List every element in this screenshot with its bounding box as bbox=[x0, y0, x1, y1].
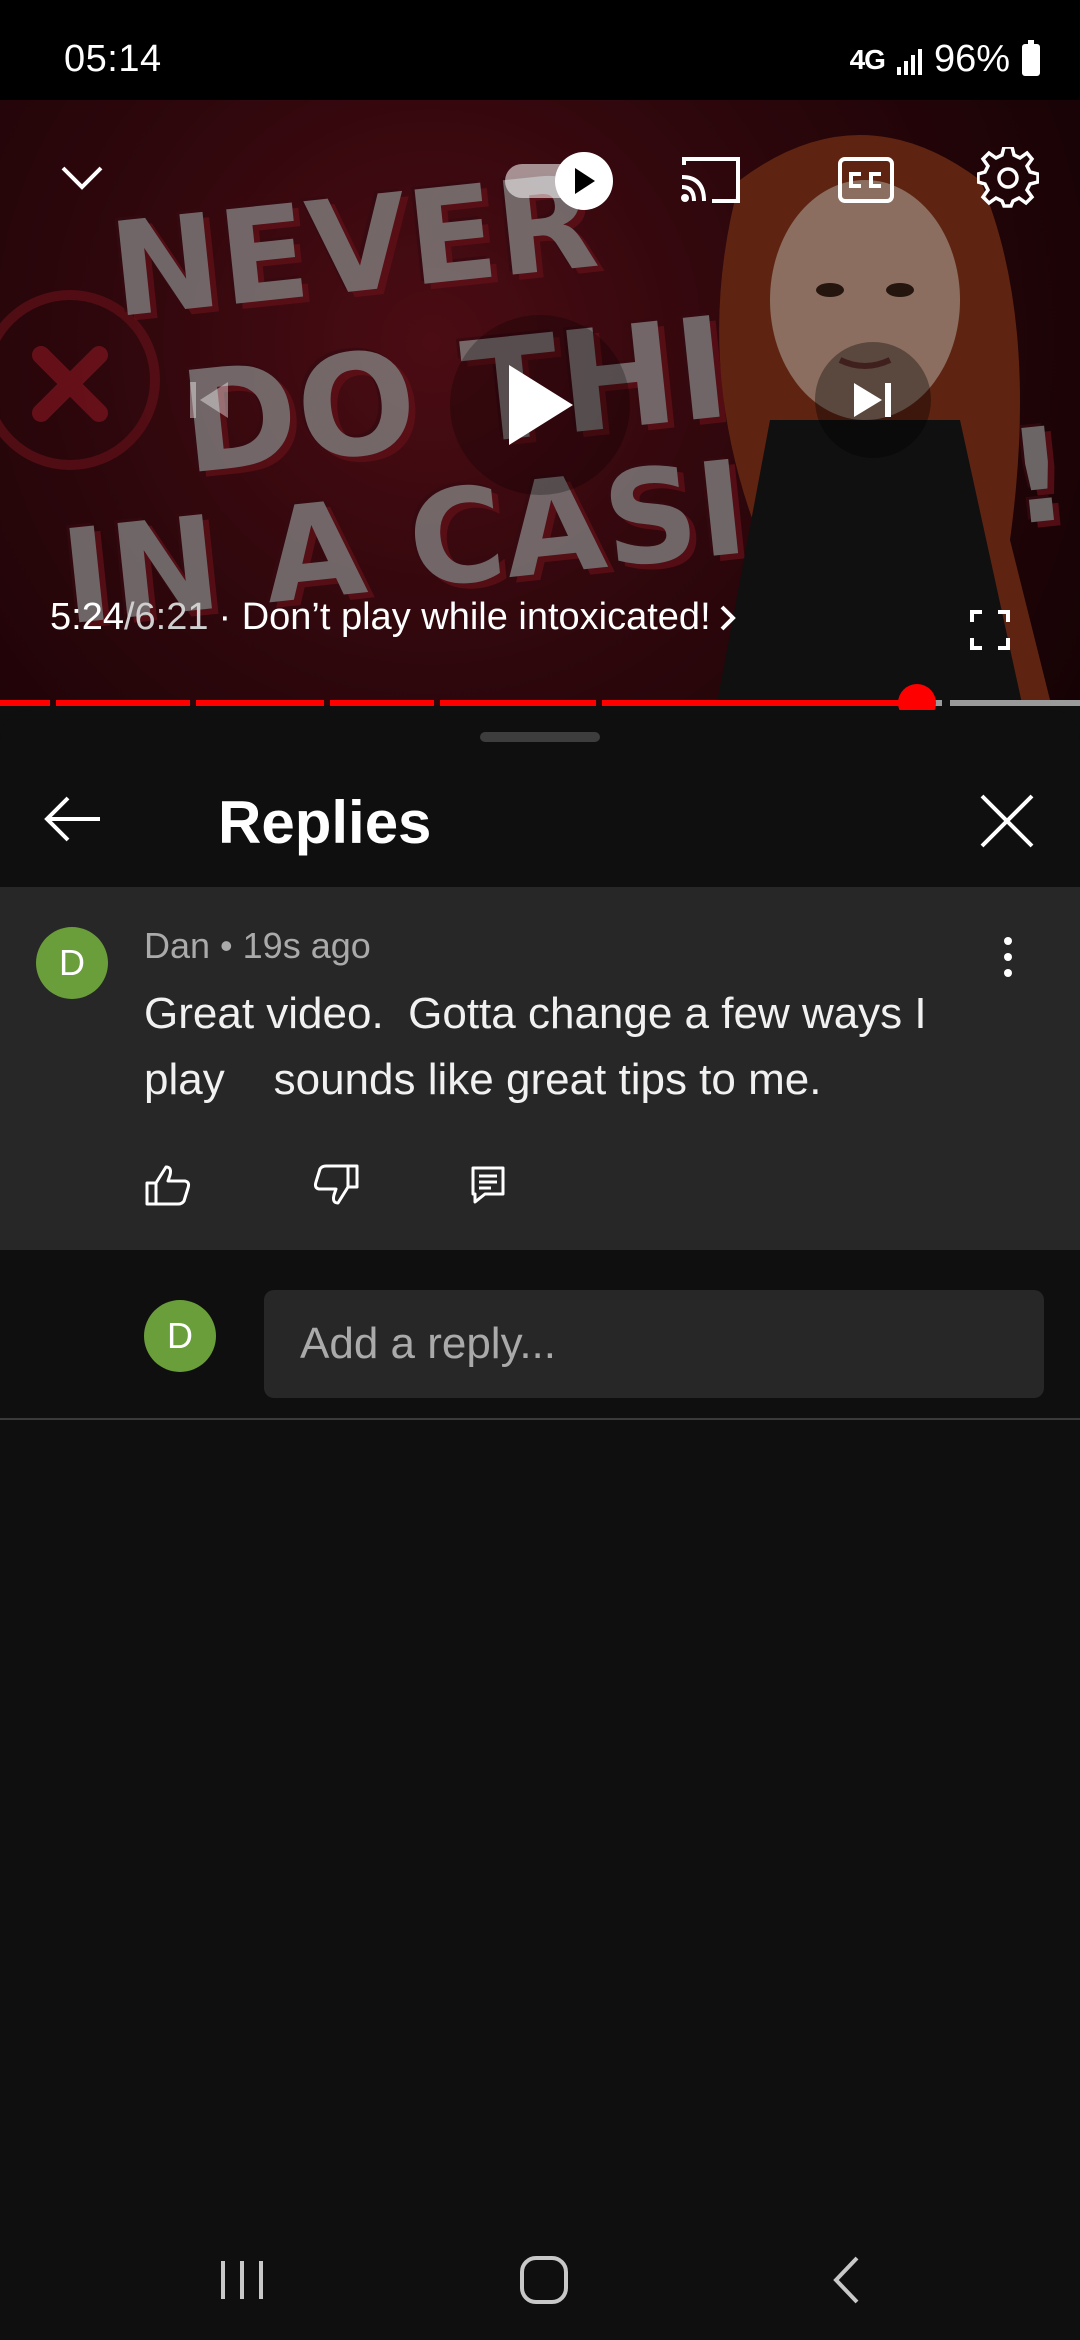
play-icon bbox=[575, 168, 595, 194]
cast-button[interactable] bbox=[670, 148, 750, 212]
play-button[interactable] bbox=[450, 315, 630, 495]
reply-input[interactable] bbox=[264, 1290, 1044, 1398]
thumbs-up-icon bbox=[145, 1165, 191, 1206]
autoplay-toggle[interactable] bbox=[505, 152, 615, 210]
previous-icon bbox=[190, 382, 228, 418]
system-nav-bar bbox=[0, 2210, 1080, 2340]
comment-age: 19s ago bbox=[242, 925, 371, 966]
home-icon bbox=[520, 2256, 568, 2304]
comment-icon bbox=[471, 1166, 505, 1204]
gear-icon bbox=[977, 147, 1039, 208]
video-player[interactable]: NEVER DO THIS IN A CASINO ! 5:24 / 6:21 … bbox=[0, 100, 1080, 705]
thumbs-down-icon bbox=[313, 1164, 359, 1205]
total-time: 6:21 bbox=[134, 596, 209, 638]
recent-apps-icon bbox=[221, 2261, 263, 2299]
close-icon bbox=[980, 794, 1034, 848]
back-button[interactable] bbox=[40, 786, 106, 852]
more-vert-icon bbox=[1004, 937, 1012, 945]
comment: D Dan • 19s ago Great video. Gotta chang… bbox=[0, 887, 1080, 1250]
settings-button[interactable] bbox=[970, 140, 1046, 216]
autoplay-knob bbox=[555, 152, 613, 210]
battery-icon bbox=[1022, 39, 1040, 76]
like-button[interactable] bbox=[138, 1155, 198, 1215]
reply-composer: D bbox=[0, 1250, 1080, 1420]
sheet-title: Replies bbox=[218, 789, 432, 856]
play-icon bbox=[509, 365, 573, 445]
progress-segment bbox=[0, 700, 50, 706]
time-display: 5:24 / 6:21 · Don’t play while intoxicat… bbox=[50, 596, 737, 639]
progress-segment bbox=[440, 700, 596, 706]
dislike-button[interactable] bbox=[306, 1155, 366, 1215]
close-button[interactable] bbox=[972, 786, 1042, 856]
meta-separator: • bbox=[210, 925, 243, 966]
comment-author[interactable]: Dan bbox=[144, 925, 210, 966]
recent-apps-button[interactable] bbox=[202, 2240, 282, 2320]
system-back-button[interactable] bbox=[806, 2240, 886, 2320]
status-time: 05:14 bbox=[64, 38, 162, 80]
chevron-left-icon bbox=[833, 2256, 859, 2304]
battery-percent: 96% bbox=[933, 38, 1010, 80]
previous-video-button[interactable] bbox=[170, 360, 250, 440]
collapse-player-button[interactable] bbox=[52, 148, 112, 208]
chevron-right-icon bbox=[720, 605, 736, 630]
drag-handle[interactable] bbox=[480, 732, 600, 742]
reply-button[interactable] bbox=[458, 1155, 518, 1215]
comment-text: Great video. Gotta change a few ways I p… bbox=[144, 989, 939, 1104]
closed-captions-button[interactable] bbox=[826, 148, 906, 212]
chapter-title: · Don’t play while intoxicated! bbox=[218, 596, 711, 638]
more-vert-dot bbox=[1004, 953, 1012, 961]
home-button[interactable] bbox=[504, 2240, 584, 2320]
fullscreen-button[interactable] bbox=[960, 600, 1020, 660]
closed-captions-icon bbox=[838, 157, 894, 203]
progress-segment-unplayed bbox=[950, 700, 1080, 706]
more-options-button[interactable] bbox=[985, 927, 1031, 987]
fullscreen-icon bbox=[970, 610, 1010, 650]
progress-segment bbox=[56, 700, 190, 706]
next-video-button[interactable] bbox=[815, 342, 931, 458]
progress-bar[interactable] bbox=[0, 684, 1080, 722]
network-type: 4G bbox=[849, 43, 886, 75]
avatar[interactable]: D bbox=[36, 927, 108, 999]
replies-sheet: Replies D Dan • 19s ago Great video. Got… bbox=[0, 710, 1080, 2210]
time-separator: / bbox=[123, 596, 135, 638]
sheet-header: Replies bbox=[0, 750, 1080, 890]
progress-segment bbox=[602, 700, 902, 706]
current-time: 5:24 bbox=[50, 596, 124, 638]
avatar: D bbox=[144, 1300, 216, 1372]
chevron-down-icon bbox=[61, 166, 103, 190]
chapter-link[interactable]: · Don’t play while intoxicated! bbox=[219, 596, 737, 639]
signal-icon bbox=[896, 45, 922, 75]
more-vert-dot bbox=[1004, 969, 1012, 977]
comment-meta: Dan • 19s ago bbox=[144, 925, 371, 967]
next-icon bbox=[854, 383, 891, 417]
status-indicators: 4G 96% bbox=[850, 38, 1040, 81]
arrow-left-icon bbox=[44, 796, 100, 842]
progress-segment bbox=[196, 700, 324, 706]
cast-icon bbox=[681, 157, 740, 203]
status-bar: 05:14 4G 96% bbox=[0, 0, 1080, 100]
progress-segment bbox=[330, 700, 434, 706]
